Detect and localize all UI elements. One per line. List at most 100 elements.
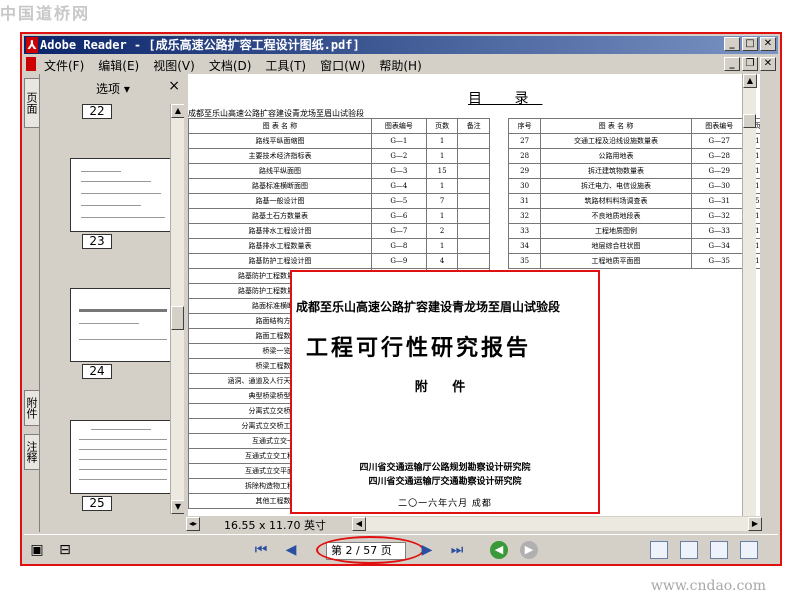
table-cell: 交通工程及沿线设施数量表 — [540, 133, 692, 149]
report-cover-inset: 成都至乐山高速公路扩容建设青龙场至眉山试验段 工程可行性研究报告 附 件 四川省… — [290, 270, 600, 514]
table-cell — [457, 133, 490, 149]
menu-tools[interactable]: 工具(T) — [265, 57, 306, 74]
tab-comments[interactable]: 注释 — [24, 434, 40, 470]
page-thumbnail-24[interactable] — [70, 288, 170, 362]
menu-edit[interactable]: 编辑(E) — [98, 57, 139, 74]
minimize-button[interactable]: _ — [724, 37, 740, 51]
table-cell: 主要技术经济指标表 — [188, 148, 372, 164]
document-icon[interactable] — [26, 57, 36, 71]
table-cell: 路基防护工程设计图 — [188, 253, 372, 269]
thumbnail-scrollbar[interactable]: ▲ ▼ — [170, 104, 185, 514]
table-cell: 30 — [507, 178, 542, 194]
table-cell — [457, 208, 490, 224]
scroll-left-icon[interactable]: ◀ — [352, 517, 366, 531]
table-cell: G—8 — [370, 238, 427, 254]
scroll-right-icon[interactable]: ▶ — [748, 517, 762, 531]
table-cell: 拆迁建筑物数量表 — [540, 163, 692, 179]
table-cell: 工程地质图例 — [540, 223, 692, 239]
menu-view[interactable]: 视图(V) — [153, 57, 195, 74]
tab-attachments[interactable]: 附件 — [24, 390, 40, 426]
panel-toggle-icon[interactable]: ▣ — [28, 541, 46, 559]
table-cell: G—31 — [690, 193, 748, 209]
prev-page-icon[interactable]: ◀ — [282, 541, 300, 559]
maximize-button[interactable]: □ — [742, 37, 758, 51]
fullscreen-icon[interactable]: ⊟ — [56, 541, 74, 559]
thumbnail-label[interactable]: 25 — [82, 496, 112, 511]
menu-document[interactable]: 文档(D) — [209, 57, 252, 74]
page-thumbnail-25[interactable] — [70, 420, 170, 494]
table-cell: 15 — [425, 163, 459, 179]
scroll-thumb[interactable] — [743, 114, 756, 128]
cover-organization-1: 四川省交通运输厅公路规划勘察设计研究院 — [359, 463, 531, 473]
first-page-icon[interactable]: ⏮ — [252, 541, 270, 559]
table-cell: 路基排水工程设计图 — [188, 223, 372, 239]
doc-restore-button[interactable]: ❐ — [742, 57, 758, 71]
thumbnail-list: 22 23 24 25 — [42, 104, 170, 514]
last-page-icon[interactable]: ⏭ — [448, 541, 466, 559]
next-page-icon[interactable]: ▶ — [418, 541, 436, 559]
options-dropdown[interactable]: 选项 ▾ — [96, 80, 130, 97]
table-cell: 地层综合柱状图 — [540, 238, 692, 254]
thumbnail-label[interactable]: 23 — [82, 234, 112, 249]
cover-project-title: 成都至乐山高速公路扩容建设青龙场至眉山试验段 — [296, 300, 561, 314]
thumbnail-label[interactable]: 24 — [82, 364, 112, 379]
table-cell: G—9 — [370, 253, 427, 269]
page-size-label: 16.55 x 11.70 英寸 — [224, 519, 326, 532]
table-cell: 2 — [425, 223, 459, 239]
scroll-up-icon[interactable]: ▲ — [171, 104, 185, 118]
table-cell: 路基排水工程数量表 — [188, 238, 372, 254]
page-number-highlight — [316, 536, 424, 564]
table-cell: 7 — [425, 193, 459, 209]
table-row: 35 工程地质平面图 G—35 1 — [507, 253, 760, 269]
table-cell: G—6 — [370, 208, 427, 224]
continuous-facing-view-icon[interactable] — [740, 541, 758, 559]
menu-file[interactable]: 文件(F) — [44, 57, 84, 74]
horizontal-bar: ◂▸ 16.55 x 11.70 英寸 ◀ ▶ — [184, 516, 762, 532]
menu-help[interactable]: 帮助(H) — [379, 57, 421, 74]
table-cell — [457, 238, 490, 254]
tab-pages[interactable]: 页面 — [24, 78, 40, 128]
table-row: 33 工程地质图例 G—33 1 — [507, 223, 760, 239]
table-cell: 路基土石方数量表 — [188, 208, 372, 224]
horizontal-scrollbar[interactable]: ◀ ▶ — [352, 517, 762, 531]
table-cell: G—3 — [370, 163, 427, 179]
table-cell: 1 — [425, 133, 459, 149]
continuous-view-icon[interactable] — [680, 541, 698, 559]
menu-window[interactable]: 窗口(W) — [320, 57, 365, 74]
table-row: 路基一般设计图 G—5 7 — [188, 193, 490, 209]
table-row: 路基标准横断面图 G—4 1 — [188, 178, 490, 194]
watermark-bottom: www.cndao.com — [650, 578, 766, 594]
table-row: 34 地层综合柱状图 G—34 1 — [507, 238, 760, 254]
scroll-down-icon[interactable]: ▼ — [171, 500, 185, 514]
table-cell: 31 — [507, 193, 542, 209]
table-row: 28 公路用地表 G—28 1 — [507, 148, 760, 164]
split-icon[interactable]: ◂▸ — [186, 517, 200, 531]
table-cell: 拆迁电力、电信设施表 — [540, 178, 692, 194]
table-cell: 1 — [425, 148, 459, 164]
column-header: 图表编号 — [690, 118, 748, 134]
doc-close-button[interactable]: ✕ — [760, 57, 776, 71]
table-cell: 路线平纵面缩图 — [188, 133, 372, 149]
thumbnail-label[interactable]: 22 — [82, 104, 112, 119]
back-icon[interactable]: ◀ — [490, 541, 508, 559]
column-header: 图 表 名 称 — [540, 118, 692, 134]
facing-view-icon[interactable] — [710, 541, 728, 559]
document-scrollbar[interactable]: ▲ ▼ — [742, 74, 757, 532]
page-thumbnail-23[interactable] — [70, 158, 170, 232]
adobe-reader-window: ⅄ Adobe Reader - [成乐高速公路扩容工程设计图纸.pdf] _ … — [20, 32, 782, 566]
table-cell: 路基一般设计图 — [188, 193, 372, 209]
scroll-thumb[interactable] — [171, 306, 184, 330]
table-cell: G—34 — [690, 238, 748, 254]
table-cell: 32 — [507, 208, 542, 224]
table-cell: 不良地质地段表 — [540, 208, 692, 224]
single-page-view-icon[interactable] — [650, 541, 668, 559]
table-cell: 1 — [425, 208, 459, 224]
doc-minimize-button[interactable]: _ — [724, 57, 740, 71]
scroll-up-icon[interactable]: ▲ — [743, 74, 757, 88]
close-button[interactable]: ✕ — [760, 37, 776, 51]
table-cell: G—2 — [370, 148, 427, 164]
table-row: 27 交通工程及沿线设施数量表 G—27 1 — [507, 133, 760, 149]
forward-icon[interactable]: ▶ — [520, 541, 538, 559]
close-panel-icon[interactable]: × — [168, 78, 180, 94]
table-cell: 路基标准横断面图 — [188, 178, 372, 194]
